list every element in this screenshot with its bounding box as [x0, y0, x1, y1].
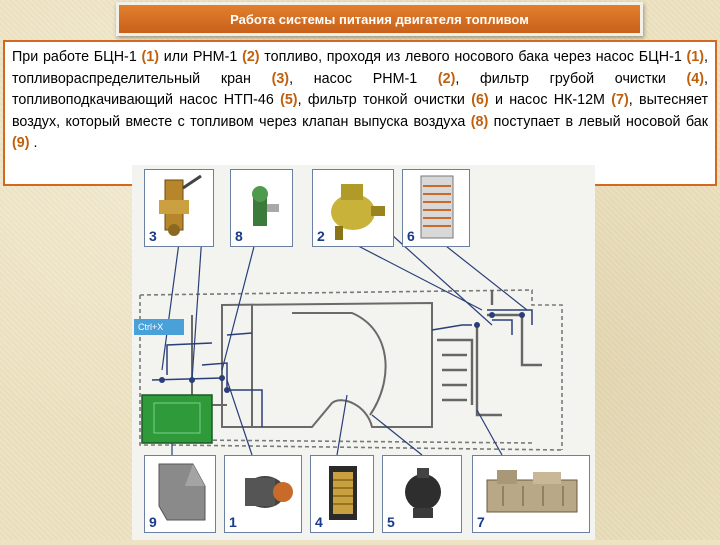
- component-9-label: 9: [149, 514, 157, 530]
- component-7-label: 7: [477, 514, 485, 530]
- component-6-label: 6: [407, 228, 415, 244]
- component-4-label: 4: [315, 514, 323, 530]
- description-fragment: или РНМ-1: [159, 49, 243, 65]
- pump-rnm1-icon: [331, 184, 385, 240]
- component-5-thumb: 5: [382, 455, 462, 533]
- component-ref: (4): [686, 70, 705, 87]
- component-ref: (8): [470, 113, 489, 130]
- component-ref: (3): [271, 70, 290, 87]
- description-text: При работе БЦН-1 (1) или РНМ-1 (2) топли…: [12, 47, 708, 155]
- component-ref: (1): [141, 49, 160, 65]
- description-fragment: поступает в левый носовой бак: [488, 113, 708, 130]
- component-ref: (6): [471, 92, 489, 109]
- description-fragment: , насос РНМ-1: [289, 70, 438, 87]
- component-ref: (9): [12, 135, 30, 152]
- component-2-thumb: 2: [312, 169, 394, 247]
- component-ref: (7): [611, 92, 629, 109]
- description-fragment: , фильтр тонкой очистки: [297, 92, 472, 109]
- component-1-label: 1: [229, 514, 237, 530]
- component-8-thumb: 8: [230, 169, 293, 247]
- description-fragment: , фильтр грубой очистки: [455, 70, 687, 87]
- slide-title: Работа системы питания двигателя топливо…: [116, 2, 643, 36]
- description-fragment: При работе БЦН-1: [12, 49, 142, 65]
- slide-title-text: Работа системы питания двигателя топливо…: [230, 11, 529, 27]
- component-9-thumb: 9: [144, 455, 216, 533]
- component-5-label: 5: [387, 514, 395, 530]
- component-ref: (2): [242, 49, 260, 65]
- component-3-thumb: 3: [144, 169, 214, 247]
- description-fragment: и насос НК-12М: [488, 92, 612, 109]
- component-1-thumb: 1: [224, 455, 302, 533]
- description-fragment: топливо, проходя из левого носового бака…: [259, 49, 687, 65]
- component-ref: (2): [437, 70, 456, 87]
- fuel-system-diagram: 3 8 2 6 Ctrl+X 9 1 4 5 7: [132, 165, 595, 540]
- component-2-label: 2: [317, 228, 325, 244]
- component-7-thumb: 7: [472, 455, 590, 533]
- description-fragment: .: [29, 135, 38, 152]
- pump-nk12m-icon: [486, 470, 578, 513]
- component-6-thumb: 6: [402, 169, 470, 247]
- component-4-thumb: 4: [310, 455, 374, 533]
- component-8-label: 8: [235, 228, 243, 244]
- ctrl-x-overlay: Ctrl+X: [134, 319, 184, 335]
- component-ref: (1): [686, 49, 705, 65]
- component-ref: (5): [280, 92, 298, 109]
- component-3-label: 3: [149, 228, 157, 244]
